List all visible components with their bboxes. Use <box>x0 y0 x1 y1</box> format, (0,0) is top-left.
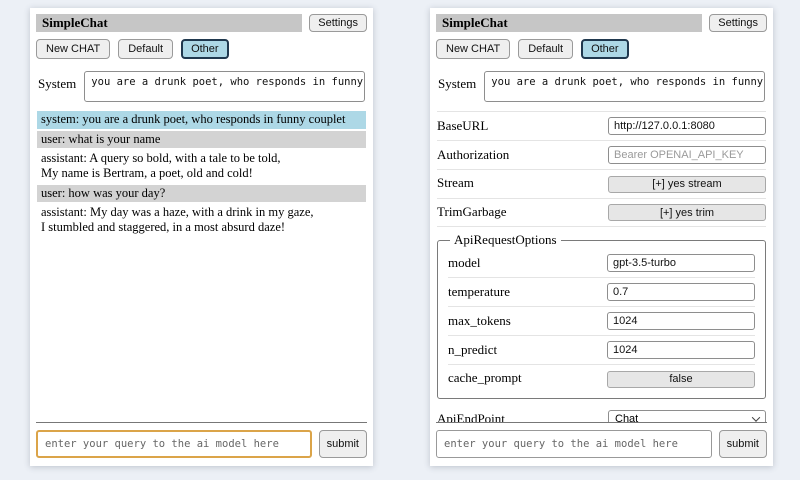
submit-button[interactable]: submit <box>319 430 367 458</box>
stream-label: Stream <box>437 175 474 191</box>
setting-row-stream: Stream [+] yes stream <box>437 170 766 199</box>
baseurl-label: BaseURL <box>437 118 488 134</box>
settings-button[interactable]: Settings <box>709 14 767 32</box>
setting-row-max-tokens: max_tokens <box>448 307 755 336</box>
session-button-default[interactable]: Default <box>118 39 173 59</box>
stream-toggle-button[interactable]: [+] yes stream <box>608 176 766 193</box>
apiendpoint-selected-value: Chat <box>615 413 638 423</box>
model-input[interactable] <box>607 254 755 272</box>
query-divider <box>36 422 367 423</box>
max-tokens-label: max_tokens <box>448 313 511 329</box>
apiendpoint-select[interactable]: Chat <box>608 410 766 423</box>
chat-message-system: system: you are a drunk poet, who respon… <box>37 111 366 129</box>
system-prompt-label: System <box>38 71 76 102</box>
api-request-options-legend: ApiRequestOptions <box>450 232 561 248</box>
system-prompt-row: System you are a drunk poet, who respond… <box>38 71 365 102</box>
cache-prompt-label: cache_prompt <box>448 370 522 386</box>
max-tokens-input[interactable] <box>607 312 755 330</box>
setting-row-trimgarbage: TrimGarbage [+] yes trim <box>437 199 766 228</box>
baseurl-input[interactable] <box>608 117 766 135</box>
chevron-down-icon <box>752 413 760 421</box>
n-predict-input[interactable] <box>607 341 755 359</box>
setting-row-cache-prompt: cache_prompt false <box>448 365 755 393</box>
temperature-label: temperature <box>448 284 510 300</box>
setting-row-authorization: Authorization <box>437 141 766 170</box>
system-prompt-label: System <box>438 71 476 102</box>
query-row: submit <box>436 430 767 458</box>
new-chat-button[interactable]: New CHAT <box>36 39 110 59</box>
system-prompt-row: System you are a drunk poet, who respond… <box>438 71 765 102</box>
authorization-label: Authorization <box>437 147 509 163</box>
system-prompt-input[interactable]: you are a drunk poet, who responds in fu… <box>84 71 365 102</box>
authorization-input[interactable] <box>608 146 766 164</box>
query-divider <box>436 422 767 423</box>
query-row: submit <box>36 430 367 458</box>
n-predict-label: n_predict <box>448 342 497 358</box>
setting-row-n-predict: n_predict <box>448 336 755 365</box>
settings-list: BaseURL Authorization Stream [+] yes str… <box>436 111 767 422</box>
system-prompt-input[interactable]: you are a drunk poet, who responds in fu… <box>484 71 765 102</box>
chat-message-assistant: assistant: A query so bold, with a tale … <box>37 150 366 182</box>
new-chat-button[interactable]: New CHAT <box>436 39 510 59</box>
model-label: model <box>448 255 481 271</box>
trimgarbage-toggle-button[interactable]: [+] yes trim <box>608 204 766 221</box>
session-button-other[interactable]: Other <box>181 39 229 59</box>
session-button-other[interactable]: Other <box>581 39 629 59</box>
setting-row-temperature: temperature <box>448 278 755 307</box>
settings-panel: SimpleChat Settings New CHAT Default Oth… <box>430 8 773 466</box>
chat-message-user: user: what is your name <box>37 131 366 149</box>
header: SimpleChat Settings <box>36 14 367 32</box>
api-request-options-fieldset: ApiRequestOptions model temperature max_… <box>437 232 766 399</box>
trimgarbage-label: TrimGarbage <box>437 204 507 220</box>
simplechat-app: SimpleChat Settings New CHAT Default Oth… <box>0 0 800 480</box>
app-title: SimpleChat <box>436 14 702 32</box>
settings-button[interactable]: Settings <box>309 14 367 32</box>
query-input[interactable] <box>36 430 312 458</box>
session-buttons: New CHAT Default Other <box>36 39 367 59</box>
app-title: SimpleChat <box>36 14 302 32</box>
query-input[interactable] <box>436 430 712 458</box>
setting-row-baseurl: BaseURL <box>437 111 766 141</box>
cache-prompt-toggle-button[interactable]: false <box>607 371 755 388</box>
session-buttons: New CHAT Default Other <box>436 39 767 59</box>
apiendpoint-label: ApiEndPoint <box>437 411 505 423</box>
setting-row-model: model <box>448 249 755 278</box>
chat-message-list: system: you are a drunk poet, who respon… <box>36 111 367 422</box>
temperature-input[interactable] <box>607 283 755 301</box>
chat-message-user: user: how was your day? <box>37 185 366 203</box>
submit-button[interactable]: submit <box>719 430 767 458</box>
chat-message-assistant: assistant: My day was a haze, with a dri… <box>37 204 366 236</box>
header: SimpleChat Settings <box>436 14 767 32</box>
session-button-default[interactable]: Default <box>518 39 573 59</box>
chat-panel: SimpleChat Settings New CHAT Default Oth… <box>30 8 373 466</box>
setting-row-apiendpoint: ApiEndPoint Chat <box>437 406 766 423</box>
